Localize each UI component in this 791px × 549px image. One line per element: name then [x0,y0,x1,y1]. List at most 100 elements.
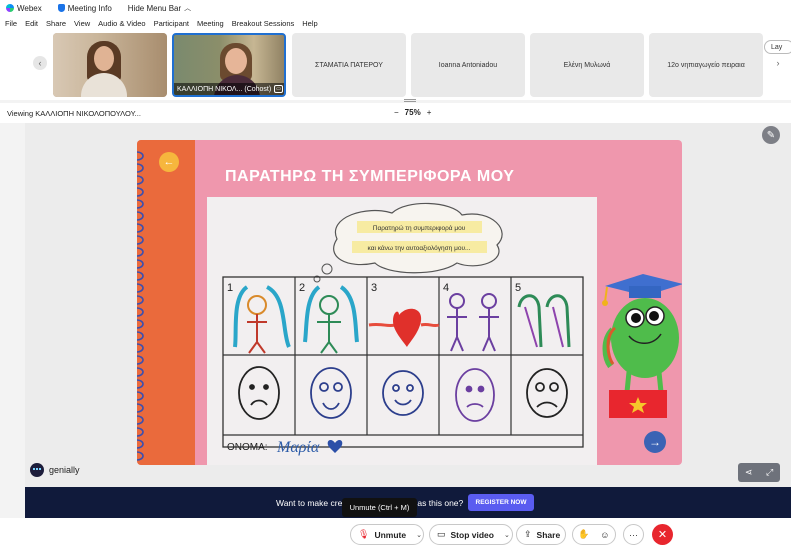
participant-tile-4[interactable]: Ioanna Antoniadou [411,33,525,97]
column-number: 3 [371,282,377,294]
genially-label: genially [49,465,80,475]
menu-view[interactable]: View [74,19,90,28]
annotate-button[interactable]: ✎ [762,126,780,144]
strip-prev-button[interactable]: ‹ [33,56,47,70]
microphone-muted-icon: 🎙 [358,529,370,539]
slide-side-panel [137,140,195,465]
participant-face [225,48,247,74]
menu-breakout-sessions[interactable]: Breakout Sessions [232,19,295,28]
title-bar: Webex Meeting Info Hide Menu Bar ︿ [0,0,791,16]
hide-menu-bar-label: Hide Menu Bar [127,3,182,13]
cloud-bubble-1 [321,263,333,275]
more-options-button[interactable]: ··· [623,524,644,545]
participant-tile-1[interactable] [53,33,167,97]
register-now-button[interactable]: REGISTER NOW [468,494,534,511]
participant-caption: ΚΑΛΛΙΟΠΗ ΝΙΚΟΛ... (Cohost) ▭ [174,83,284,95]
column-number: 5 [515,282,521,294]
shared-content-area: ✎ ← ΠΑΡΑΤΗΡΩ ΤΗ ΣΥΜΠΕΡΙΦΟΡΑ ΜΟΥ Παρατηρώ… [25,123,791,518]
slide-back-button[interactable]: ← [159,152,179,172]
column-number: 2 [299,282,305,294]
unmute-tooltip: Unmute (Ctrl + M) [342,498,417,517]
hide-menu-bar-button[interactable]: Hide Menu Bar ︿ [128,3,191,13]
chevron-down-icon[interactable]: ⌄ [416,531,422,539]
menu-share[interactable]: Share [46,19,66,28]
more-icon: ··· [629,529,638,540]
layout-button[interactable]: Lay [764,40,791,54]
unmute-button[interactable]: 🎙 Unmute ⌄ [350,524,424,545]
drawing-table [222,276,584,448]
end-call-button[interactable]: ✕ [652,524,673,545]
fullscreen-icon[interactable]: ⤢ [766,467,773,478]
chevron-down-icon[interactable]: ⌄ [504,531,510,539]
share-label: Share [536,529,561,540]
notebook-spiral-icon [137,151,144,461]
layout-label: Lay [771,43,783,51]
menu-edit[interactable]: Edit [25,19,38,28]
meeting-controls-bar: 🎙 Unmute ⌄ ▭ Stop video ⌄ ⇪ Share ✋ ☺ ··… [0,518,791,549]
zoom-level: 75% [404,108,421,117]
app-title: Webex [6,4,42,13]
cloud-text-2: και κάνω την αυτοαξιολόγηση μου... [368,244,471,252]
participant-name: Ελένη Μυλωνά [563,61,611,69]
viewing-label: Viewing ΚΑΛΛΙΟΠΗ ΝΙΚΟΛΟΠΟΥΛΟΥ... [7,109,141,118]
name-value: Μαρία [276,439,320,456]
genially-brand[interactable]: genially [30,463,80,477]
participant-name: Ioanna Antoniadou [438,61,498,69]
name-label: ONOMA: [227,442,268,453]
participant-tile-6[interactable]: 12ο νηπιαγωγείο πειραια [649,33,763,97]
smiley-icon[interactable]: ☺ [600,530,609,540]
meeting-info-label: Meeting Info [67,3,112,13]
shield-icon [57,4,65,12]
menu-meeting[interactable]: Meeting [197,19,224,28]
viewing-bar: Viewing ΚΑΛΛΙΟΠΗ ΝΙΚΟΛΟΠΟΥΛΟΥ... − 75% + [0,103,791,123]
camera-icon: ▭ [437,529,446,539]
participant-name: 12ο νηπιαγωγείο πειραια [667,61,745,69]
figure-drawings [233,285,571,354]
participant-strip: ‹ ΚΑΛΛΙΟΠΗ ΝΙΚΟΛ... (Cohost) ▭ ΣΤΑΜΑΤΙΑ … [0,30,791,100]
annotate-icon: ✎ [766,129,776,141]
stop-video-button[interactable]: ▭ Stop video ⌄ [429,524,513,545]
zoom-controls: − 75% + [388,108,437,117]
chevron-up-icon: ︿ [184,5,192,12]
resize-handle[interactable] [404,99,416,102]
genially-logo-icon [30,463,44,477]
drawing-canvas: Παρατηρώ τη συμπεριφορά μου και κάνω την… [222,202,584,456]
zoom-out-button[interactable]: − [394,108,399,117]
chevron-right-icon: › [776,58,780,68]
column-number: 1 [227,282,233,294]
unmute-label: Unmute [374,529,407,540]
participant-tile-3[interactable]: ΣΤΑΜΑΤΙΑ ΠΑΤΕΡΟΥ [292,33,406,97]
participant-name: ΣΤΑΜΑΤΙΑ ΠΑΤΕΡΟΥ [315,61,383,69]
column-number: 4 [443,282,449,294]
webex-logo-icon [6,4,14,12]
arrow-left-icon: ← [163,156,175,168]
slide-controls: ⋖ ⤢ [738,463,780,482]
genially-slide: ← ΠΑΡΑΤΗΡΩ ΤΗ ΣΥΜΠΕΡΙΦΟΡΑ ΜΟΥ Παρατηρώ τ… [137,140,682,465]
slide-title: ΠΑΡΑΤΗΡΩ ΤΗ ΣΥΜΠΕΡΙΦΟΡΑ ΜΟΥ [225,168,515,185]
participant-face-front [94,46,114,71]
share-button[interactable]: ⇪ Share [516,524,566,545]
menu-help[interactable]: Help [302,19,317,28]
app-name: Webex [17,3,42,13]
stop-video-label: Stop video [450,529,494,540]
menu-audio-video[interactable]: Audio & Video [98,19,145,28]
graduate-mascot-icon [602,274,682,418]
raise-hand-icon[interactable]: ✋ [578,529,589,540]
share-screen-icon: ▭ [274,85,283,93]
participant-name: ΚΑΛΛΙΟΠΗ ΝΙΚΟΛ... (Cohost) [177,85,272,93]
cloud-text-1: Παρατηρώ τη συμπεριφορά μου [373,224,466,232]
reactions-group: ✋ ☺ [572,524,616,545]
menu-file[interactable]: File [5,19,17,28]
slide-next-button[interactable]: → [644,431,666,453]
menu-participant[interactable]: Participant [154,19,189,28]
strip-next-button[interactable]: › [771,56,785,70]
participant-tile-5[interactable]: Ελένη Μυλωνά [530,33,644,97]
arrow-right-icon: → [649,435,661,449]
share-icon[interactable]: ⋖ [745,467,753,478]
zoom-in-button[interactable]: + [427,108,432,117]
webex-window: Webex Meeting Info Hide Menu Bar ︿ File … [0,0,791,549]
emotion-face-drawings [238,366,568,422]
participant-tile-2[interactable]: ΚΑΛΛΙΟΠΗ ΝΙΚΟΛ... (Cohost) ▭ [172,33,286,97]
heart-icon [327,440,343,453]
meeting-info-button[interactable]: Meeting Info [57,3,112,13]
